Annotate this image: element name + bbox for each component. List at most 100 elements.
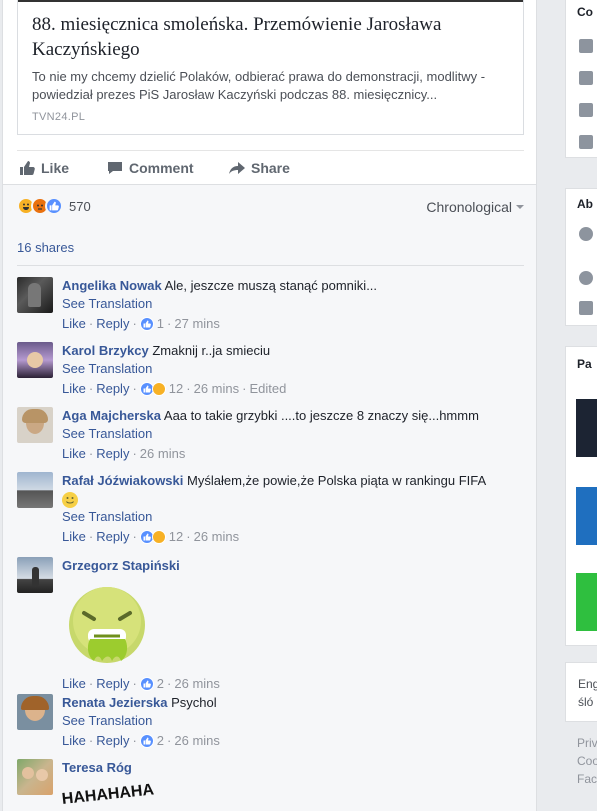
avatar[interactable] bbox=[17, 277, 53, 313]
comment-author[interactable]: Aga Majcherska bbox=[62, 408, 161, 423]
pages-card: Pa bbox=[565, 346, 597, 646]
comment-time[interactable]: 26 mins bbox=[140, 445, 186, 463]
see-translation-link[interactable]: See Translation bbox=[62, 295, 522, 313]
people-icon bbox=[579, 135, 593, 149]
sick-sticker[interactable] bbox=[62, 585, 152, 671]
like-button[interactable]: Like bbox=[19, 160, 69, 176]
comment-like-link[interactable]: Like bbox=[62, 315, 86, 333]
like-icon bbox=[139, 677, 154, 691]
comment-reply-link[interactable]: Reply bbox=[96, 675, 129, 693]
comment-author[interactable]: Rafał Jóźwiakowski bbox=[62, 473, 183, 488]
footer-facebook-link[interactable]: Fac bbox=[577, 772, 597, 786]
emoji-line bbox=[62, 490, 522, 508]
comment-reply-link[interactable]: Reply bbox=[96, 380, 129, 398]
language-english-link[interactable]: Eng bbox=[578, 677, 597, 691]
see-translation-link[interactable]: See Translation bbox=[62, 508, 522, 526]
comment-like-link[interactable]: Like bbox=[62, 675, 86, 693]
comment-reaction-count[interactable]: 1 bbox=[157, 315, 164, 333]
comment-edited-label[interactable]: Edited bbox=[249, 380, 286, 398]
comment-meta: Like · Reply · 12 · 26 mins · Edited bbox=[62, 380, 287, 398]
comment-like-link[interactable]: Like bbox=[62, 445, 86, 463]
hahaha-sticker[interactable]: HAHAHAHA bbox=[61, 743, 520, 809]
community-card: Co bbox=[565, 0, 597, 158]
comment-button-label: Comment bbox=[129, 160, 194, 176]
comment-time[interactable]: 26 mins bbox=[174, 732, 220, 750]
comment-time[interactable]: 27 mins bbox=[174, 315, 220, 333]
comment-text: Myślałem,że powie,że Polska piąta w rank… bbox=[187, 473, 487, 488]
reactions-summary[interactable]: 570 bbox=[17, 197, 91, 215]
link-preview-image-edge bbox=[18, 0, 523, 2]
comments-section: 570 Chronological 16 shares Angelika Now… bbox=[3, 184, 536, 811]
comment-like-link[interactable]: Like bbox=[62, 380, 86, 398]
language-silesian-link[interactable]: śló bbox=[578, 695, 593, 709]
sort-label: Chronological bbox=[426, 199, 512, 215]
page-thumbnail[interactable] bbox=[576, 573, 597, 631]
share-arrow-icon bbox=[229, 162, 245, 174]
post-actions-bar: Like Comment Share bbox=[17, 150, 524, 184]
about-card: Ab bbox=[565, 188, 597, 326]
comment-reply-link[interactable]: Reply bbox=[96, 315, 129, 333]
comment-text: Aaa to takie grzybki ....to jeszcze 8 zn… bbox=[163, 408, 479, 423]
comment-meta: Like · Reply · 12 · 26 mins bbox=[62, 528, 240, 546]
messenger-icon bbox=[579, 227, 593, 241]
comment-sort-dropdown[interactable]: Chronological bbox=[426, 199, 524, 215]
comment-meta: Like · Reply · 1 · 27 mins bbox=[62, 315, 220, 333]
comment-meta: Like · Reply · 2 · 26 mins bbox=[62, 732, 220, 750]
link-preview-title[interactable]: 88. miesięcznica smoleńska. Przemówienie… bbox=[32, 12, 516, 62]
comment-time[interactable]: 26 mins bbox=[194, 380, 240, 398]
divider bbox=[17, 265, 524, 266]
haha-icon bbox=[151, 530, 166, 544]
avatar[interactable] bbox=[17, 557, 53, 593]
see-translation-link[interactable]: See Translation bbox=[62, 712, 522, 730]
people-icon bbox=[579, 39, 593, 53]
avatar[interactable] bbox=[17, 342, 53, 378]
link-preview-card[interactable]: 88. miesięcznica smoleńska. Przemówienie… bbox=[17, 0, 524, 135]
comment-time[interactable]: 26 mins bbox=[194, 528, 240, 546]
smile-emoji-icon bbox=[62, 492, 78, 508]
see-translation-link[interactable]: See Translation bbox=[62, 425, 522, 443]
comment-author[interactable]: Renata Jezierska bbox=[62, 695, 168, 710]
comment-author[interactable]: Teresa Róg bbox=[62, 760, 132, 775]
comment-reaction-count[interactable]: 12 bbox=[169, 380, 183, 398]
comment-reaction-count[interactable]: 2 bbox=[157, 732, 164, 750]
comment-like-link[interactable]: Like bbox=[62, 528, 86, 546]
rss-icon bbox=[579, 103, 593, 117]
share-button-label: Share bbox=[251, 160, 290, 176]
right-column: Co Ab Pa Eng śló Priv Coo Fac bbox=[565, 0, 597, 811]
avatar[interactable] bbox=[17, 472, 53, 508]
comment-text: Zmaknij r..ja smieciu bbox=[152, 343, 271, 358]
comment-author[interactable]: Grzegorz Stapiński bbox=[62, 558, 180, 573]
link-preview-domain: TVN24.PL bbox=[32, 111, 86, 123]
comment-reaction-count[interactable]: 2 bbox=[157, 675, 164, 693]
page-thumbnail[interactable] bbox=[576, 487, 597, 545]
like-icon bbox=[139, 317, 154, 331]
comment-author[interactable]: Karol Brzykcy bbox=[62, 343, 149, 358]
comment-reply-link[interactable]: Reply bbox=[96, 528, 129, 546]
avatar[interactable] bbox=[17, 407, 53, 443]
footer-cookies-link[interactable]: Coo bbox=[577, 754, 597, 768]
thumbs-up-icon bbox=[579, 71, 593, 85]
avatar[interactable] bbox=[17, 759, 53, 795]
post-card: 88. miesięcznica smoleńska. Przemówienie… bbox=[2, 0, 537, 811]
like-icon bbox=[45, 197, 63, 215]
like-icon bbox=[139, 734, 154, 748]
comment-reply-link[interactable]: Reply bbox=[96, 445, 129, 463]
avatar[interactable] bbox=[17, 694, 53, 730]
comment-button[interactable]: Comment bbox=[107, 160, 194, 176]
comment-text: Ale, jeszcze muszą stanąć pomniki... bbox=[164, 278, 378, 293]
comment-meta: Like · Reply · 2 · 26 mins bbox=[62, 675, 220, 693]
comment-time[interactable]: 26 mins bbox=[174, 675, 220, 693]
see-translation-link[interactable]: See Translation bbox=[62, 360, 522, 378]
comment-reaction-count[interactable]: 12 bbox=[169, 528, 183, 546]
comment-text: Psychol bbox=[171, 695, 217, 710]
comment-like-link[interactable]: Like bbox=[62, 732, 86, 750]
page-thumbnail[interactable] bbox=[576, 399, 597, 457]
footer-privacy-link[interactable]: Priv bbox=[577, 736, 597, 750]
language-card: Eng śló bbox=[565, 662, 597, 722]
shares-count[interactable]: 16 shares bbox=[17, 240, 74, 255]
comment-reply-link[interactable]: Reply bbox=[96, 732, 129, 750]
haha-icon bbox=[151, 382, 166, 396]
thumbs-up-icon bbox=[20, 161, 35, 175]
comment-author[interactable]: Angelika Nowak bbox=[62, 278, 162, 293]
share-button[interactable]: Share bbox=[229, 160, 290, 176]
